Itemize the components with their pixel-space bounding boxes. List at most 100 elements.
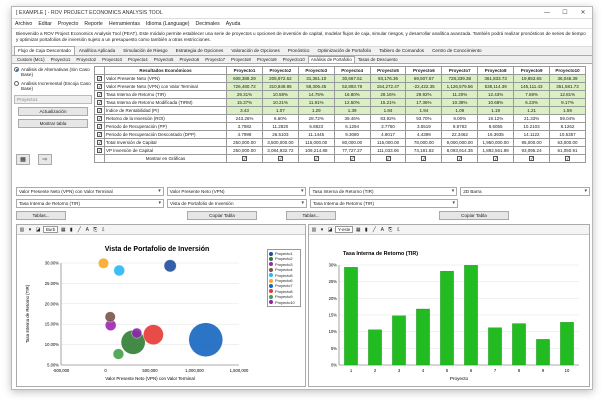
text-icon[interactable]: A (84, 227, 90, 233)
left-x-select[interactable]: Valor Presente Neto (VPN) con Valor Term… (16, 187, 164, 196)
row-checkbox[interactable]: ✓ (94, 114, 105, 123)
update-button[interactable]: Actualización (18, 107, 88, 116)
copy-icon[interactable]: ⎘ (92, 227, 98, 233)
maximize-button[interactable]: ☐ (556, 9, 574, 16)
table-cell: 12.43% (477, 90, 515, 99)
right-tables-button[interactable]: Tablas... (286, 211, 336, 220)
subtab-portafolio[interactable]: Análisis de Portafolio (307, 56, 355, 63)
export-icon[interactable]: ⇩ (100, 227, 106, 233)
tab-optimizacion[interactable]: Optimización de Portafolio (314, 46, 376, 55)
table-cell: 59.04% (549, 114, 586, 123)
chart-tool-icon[interactable]: ▦ (16, 154, 30, 165)
row-checkbox[interactable]: ✓ (94, 82, 105, 91)
menu-reporte[interactable]: Reporte (84, 21, 102, 27)
close-button[interactable]: ✕ (574, 9, 592, 16)
base-case-select[interactable]: Proyecto1 (14, 95, 92, 104)
tab-estrategia[interactable]: Estrategia de Opciones (172, 46, 228, 55)
chart-type-dropdown[interactable]: Burb (43, 226, 59, 233)
tab-flujo-caja[interactable]: Flujo de Caja Descontado (14, 46, 75, 55)
grid-icon[interactable]: ▦ (355, 227, 361, 233)
left-tables-button[interactable]: Tablas... (16, 211, 66, 220)
menu-herramientas[interactable]: Herramientas (109, 21, 140, 27)
bar-icon[interactable]: ▮ (68, 227, 74, 233)
copy-icon[interactable]: ⎘ (387, 227, 393, 233)
subtab-custom[interactable]: Custom (Mc1) (14, 56, 48, 63)
row-checkbox[interactable]: ✓ (94, 106, 105, 115)
subtab-proyecto9[interactable]: Proyecto9 (254, 56, 280, 63)
line-icon[interactable]: ╱ (76, 227, 82, 233)
grid-icon[interactable]: ▦ (60, 227, 66, 233)
graph-checkbox[interactable]: ✓ (513, 154, 551, 163)
table-cell: 10.5357 (549, 130, 586, 139)
chart-icon[interactable]: ▥ (311, 227, 317, 233)
graph-checkbox[interactable]: ✓ (441, 154, 479, 163)
right-copy-button[interactable]: Copiar Tabla (439, 211, 509, 220)
left-title-field[interactable]: Vista de Portafolio de Inversión (167, 199, 307, 208)
color-icon[interactable]: ◪ (327, 227, 333, 233)
tab-analitica[interactable]: Analítica Aplicada (75, 46, 119, 55)
radio-alternativas[interactable]: Análisis de Alternativas (Sin Caso Base) (14, 67, 92, 77)
table-cell: 310,848.95 (261, 82, 299, 91)
graph-checkbox[interactable]: ✓ (333, 154, 371, 163)
radio-incremental[interactable]: Análisis Incremental (Escoja Caso Base) (14, 81, 92, 91)
row-checkbox[interactable]: ✓ (94, 98, 105, 107)
graph-checkbox[interactable]: ✓ (549, 154, 586, 163)
left-copy-button[interactable]: Copiar Tabla (187, 211, 257, 220)
minimize-button[interactable]: — (538, 10, 556, 16)
row-checkbox[interactable]: ✓ (94, 146, 105, 155)
export-icon[interactable]: ⇩ (395, 227, 401, 233)
graph-checkbox[interactable]: ✓ (261, 154, 299, 163)
graph-checkbox[interactable]: ✓ (297, 154, 335, 163)
row-checkbox[interactable]: ✓ (94, 122, 105, 131)
subtab-proyecto10[interactable]: Proyecto10 (280, 56, 308, 63)
row-checkbox[interactable]: ✓ (94, 138, 105, 147)
tab-valoracion[interactable]: Valoración de Opciones (227, 46, 283, 55)
right-title-field[interactable]: Tasa Interna de Retorno (TIR) (310, 199, 458, 208)
tab-simulacion[interactable]: Simulación de Riesgo (119, 46, 171, 55)
tab-centro[interactable]: Centro de Conocimiento (428, 46, 486, 55)
left-chart-panel: ▥ ▾ ◪ Burb ▦ ▮ ╱ A ⎘ ⇩ Vista de Portafol… (16, 224, 306, 387)
menu-ayuda[interactable]: Ayuda (226, 21, 241, 27)
tab-pronostico[interactable]: Pronóstico (284, 46, 314, 55)
right-metric-select[interactable]: Tasa Interna de Retorno (TIR) (309, 187, 458, 196)
graph-checkbox[interactable]: ✓ (477, 154, 515, 163)
left-bubble-select[interactable]: Tasa Interna de Retorno (TIR) (16, 199, 164, 208)
color-icon[interactable]: ◪ (35, 227, 41, 233)
table-cell: 1,950,000.00 (477, 138, 515, 147)
menu-proyecto[interactable]: Proyecto (58, 21, 78, 27)
dropdown-icon[interactable]: ▾ (319, 227, 325, 233)
show-table-button[interactable]: Mostrar tabla (18, 119, 88, 128)
row-checkbox[interactable]: ✓ (94, 74, 105, 83)
dropdown-icon[interactable]: ▾ (27, 227, 33, 233)
graph-checkbox[interactable]: ✓ (226, 154, 263, 163)
graph-checkbox[interactable]: ✓ (369, 154, 407, 163)
line-icon[interactable]: ╱ (371, 227, 377, 233)
right-chart-type-select[interactable]: 2D Barra (460, 187, 590, 196)
chart-icon[interactable]: ▥ (19, 227, 25, 233)
subtab-proyecto1[interactable]: Proyecto1 (48, 56, 74, 63)
row-checkbox[interactable]: ✓ (94, 90, 105, 99)
subtab-proyecto7[interactable]: Proyecto7 (202, 56, 228, 63)
subtab-proyecto5[interactable]: Proyecto5 (151, 56, 177, 63)
subtab-tasas[interactable]: Tasas de Descuento (355, 56, 401, 63)
subtab-proyecto4[interactable]: Proyecto4 (125, 56, 151, 63)
table-row: ✓ Periodo de Recuperación (PP) 3.7982 11.28… (94, 122, 586, 131)
menu-archivo[interactable]: Archivo (15, 21, 32, 27)
subtab-proyecto8[interactable]: Proyecto8 (228, 56, 254, 63)
menu-decimales[interactable]: Decimales (196, 21, 220, 27)
subtab-proyecto3[interactable]: Proyecto3 (99, 56, 125, 63)
subtab-proyecto2[interactable]: Proyecto2 (73, 56, 99, 63)
row-checkbox[interactable]: ✓ (94, 130, 105, 139)
tab-tablero[interactable]: Tablero de Comandos (375, 46, 428, 55)
menu-editar[interactable]: Editar (38, 21, 52, 27)
left-y-select[interactable]: Valor Presente Neto (VPN) (166, 187, 307, 196)
menu-idioma[interactable]: Idioma (Language) (146, 21, 190, 27)
bar-icon[interactable]: ▮ (363, 227, 369, 233)
x-tick-label: 2 (374, 368, 377, 373)
legend-swatch (269, 262, 273, 267)
subtab-proyecto6[interactable]: Proyecto6 (176, 56, 202, 63)
text-icon[interactable]: A (379, 227, 385, 233)
axis-dropdown[interactable]: Y-este (335, 226, 354, 233)
arrow-icon[interactable]: ⇨ (38, 154, 52, 165)
graph-checkbox[interactable]: ✓ (405, 154, 443, 163)
